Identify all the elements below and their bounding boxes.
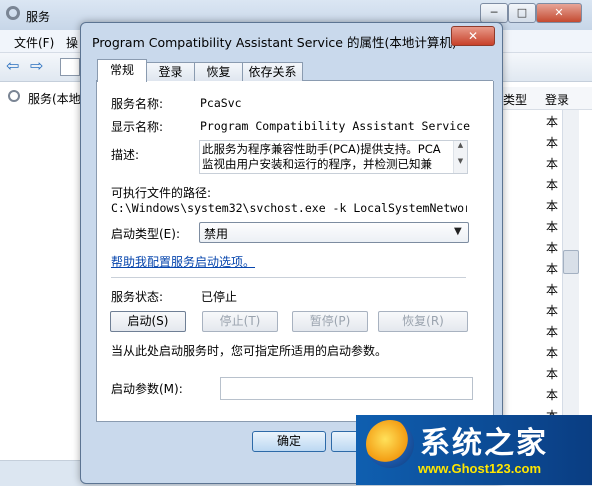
menu-action[interactable]: 操 (66, 34, 78, 51)
startup-type-value: 禁用 (204, 227, 229, 241)
help-configure-startup-link[interactable]: 帮助我配置服务启动选项。 (111, 253, 255, 270)
display-name-value: Program Compatibility Assistant Service (200, 119, 471, 133)
services-tree-icon (8, 90, 20, 102)
description-label: 描述: (111, 148, 140, 162)
dialog-close-button[interactable]: ✕ (451, 26, 495, 46)
list-item[interactable]: 本 (546, 197, 558, 214)
list-item[interactable]: 本 (546, 239, 558, 256)
display-name-label: 显示名称: (111, 120, 164, 134)
service-status-value: 已停止 (201, 290, 238, 304)
console-tree-icon[interactable] (60, 58, 80, 76)
startup-type-select[interactable]: 禁用 ▼ (199, 222, 469, 243)
list-item[interactable]: 本 (546, 218, 558, 235)
tree-item-services-local[interactable]: 服务(本地 (28, 90, 81, 107)
service-name-label: 服务名称: (111, 97, 164, 111)
exe-path-label: 可执行文件的路径: (111, 186, 212, 200)
start-params-hint: 当从此处启动服务时，您可指定所适用的启动参数。 (111, 344, 388, 358)
tab-recovery[interactable]: 恢复 (194, 62, 243, 81)
scrollbar-thumb[interactable] (563, 250, 579, 274)
globe-logo-icon (366, 420, 414, 468)
gear-icon (6, 6, 20, 20)
description-textbox[interactable]: 此服务为程序兼容性助手(PCA)提供支持。PCA 监视由用户安装和运行的程序，并… (199, 140, 468, 174)
startup-type-label: 启动类型(E): (111, 227, 180, 241)
column-header-type[interactable]: 类型 (503, 91, 527, 108)
list-item[interactable]: 本 (546, 323, 558, 340)
start-params-label: 启动参数(M): (111, 382, 183, 396)
list-item[interactable]: 本 (546, 113, 558, 130)
back-arrow-icon[interactable]: ⇦ (6, 58, 24, 74)
watermark-title: 系统之家 (420, 426, 548, 461)
maximize-button[interactable]: □ (508, 3, 536, 23)
forward-arrow-icon[interactable]: ⇨ (30, 58, 48, 74)
list-item[interactable]: 本 (546, 260, 558, 277)
resume-button[interactable]: 恢复(R) (378, 311, 468, 332)
exe-path-value: C:\Windows\system32\svchost.exe -k Local… (111, 201, 467, 215)
pause-button[interactable]: 暂停(P) (292, 311, 368, 332)
list-item[interactable]: 本 (546, 365, 558, 382)
list-item[interactable]: 本 (546, 386, 558, 403)
stop-button[interactable]: 停止(T) (202, 311, 278, 332)
start-button[interactable]: 启动(S) (110, 311, 186, 332)
watermark-url: www.Ghost123.com (418, 461, 542, 476)
tab-logon[interactable]: 登录 (146, 62, 195, 81)
list-item[interactable]: 本 (546, 155, 558, 172)
tree-pane (0, 82, 83, 460)
list-item[interactable]: 本 (546, 344, 558, 361)
start-params-input[interactable] (220, 377, 473, 400)
menu-file[interactable]: 文件(F) (14, 34, 54, 51)
ok-button[interactable]: 确定 (252, 431, 326, 452)
list-item[interactable]: 本 (546, 134, 558, 151)
service-name-value: PcaSvc (200, 96, 242, 110)
window-close-button[interactable]: ✕ (536, 3, 582, 23)
column-header-logon[interactable]: 登录 (545, 91, 569, 108)
service-status-label: 服务状态: (111, 290, 164, 304)
list-item[interactable]: 本 (546, 302, 558, 319)
description-scrollbar[interactable]: ▲ ▼ (453, 141, 467, 173)
chevron-down-icon: ▼ (454, 226, 462, 237)
tab-general[interactable]: 常规 (97, 59, 147, 82)
services-window-title: 服务 (26, 10, 51, 24)
divider (111, 277, 466, 278)
description-text: 此服务为程序兼容性助手(PCA)提供支持。PCA 监视由用户安装和运行的程序，并… (202, 142, 441, 171)
list-item[interactable]: 本 (546, 176, 558, 193)
list-item[interactable]: 本 (546, 281, 558, 298)
dialog-title: Program Compatibility Assistant Service … (92, 35, 457, 50)
tab-dependencies[interactable]: 依存关系 (242, 62, 303, 81)
minimize-button[interactable]: ─ (480, 3, 508, 23)
